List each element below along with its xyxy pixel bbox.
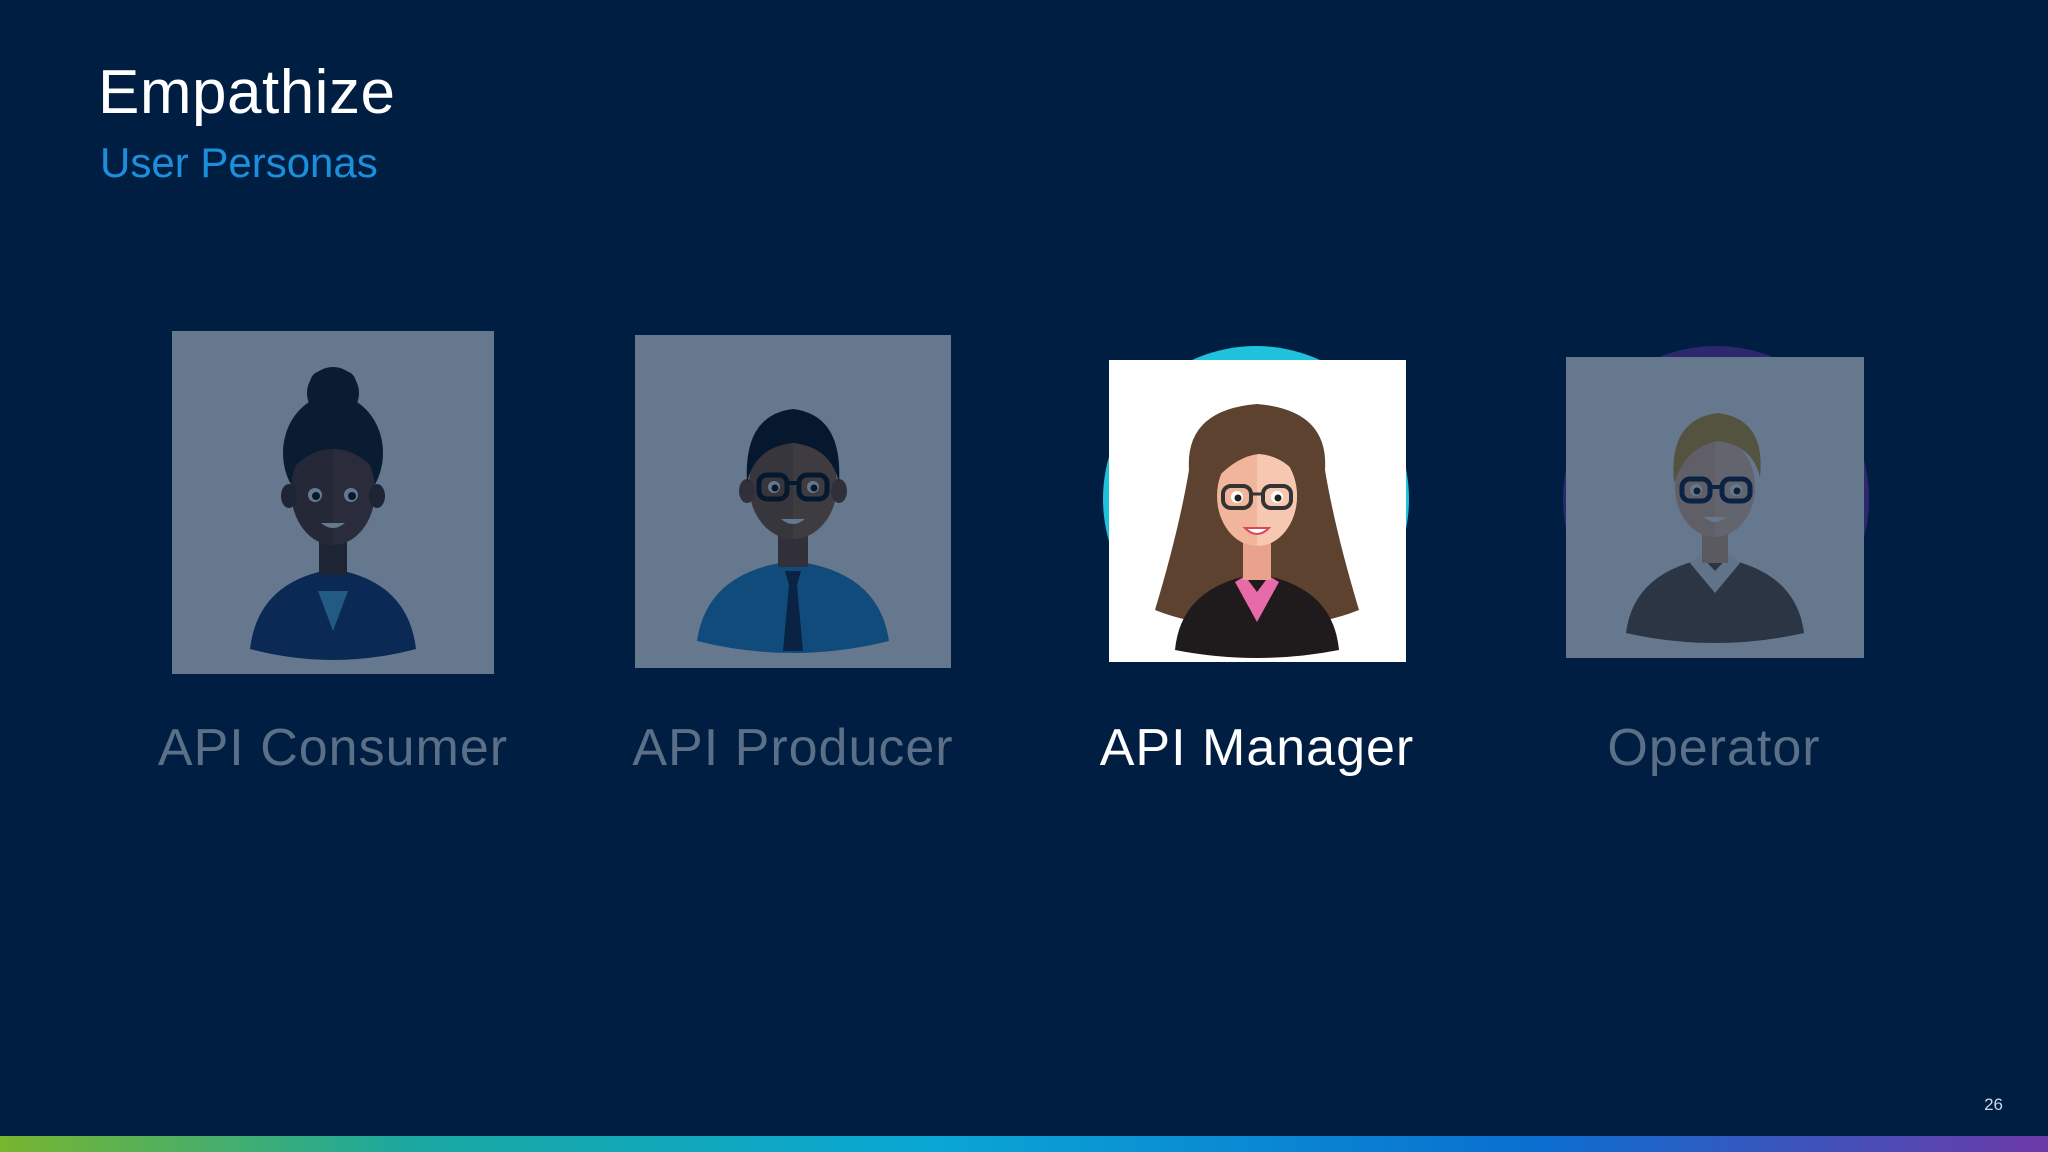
- man-glasses-tie-avatar-icon: [635, 335, 951, 668]
- persona-label: API Consumer: [157, 719, 509, 777]
- persona-label: API Producer: [632, 719, 954, 777]
- woman-dark-hair-bun-avatar-icon: [172, 331, 494, 674]
- man-blond-glasses-avatar-icon: [1566, 357, 1864, 658]
- persona-label: Operator: [1607, 719, 1821, 777]
- page-number: 26: [1984, 1095, 2003, 1114]
- slide-title: Empathize: [98, 58, 396, 127]
- persona-label: API Manager: [1099, 719, 1415, 777]
- gradient-footer-bar: [0, 1136, 2048, 1152]
- slide: Empathize User Personas API Consumer API…: [0, 0, 2048, 1152]
- woman-long-hair-glasses-avatar-icon: [1109, 360, 1406, 662]
- slide-subtitle: User Personas: [100, 139, 378, 186]
